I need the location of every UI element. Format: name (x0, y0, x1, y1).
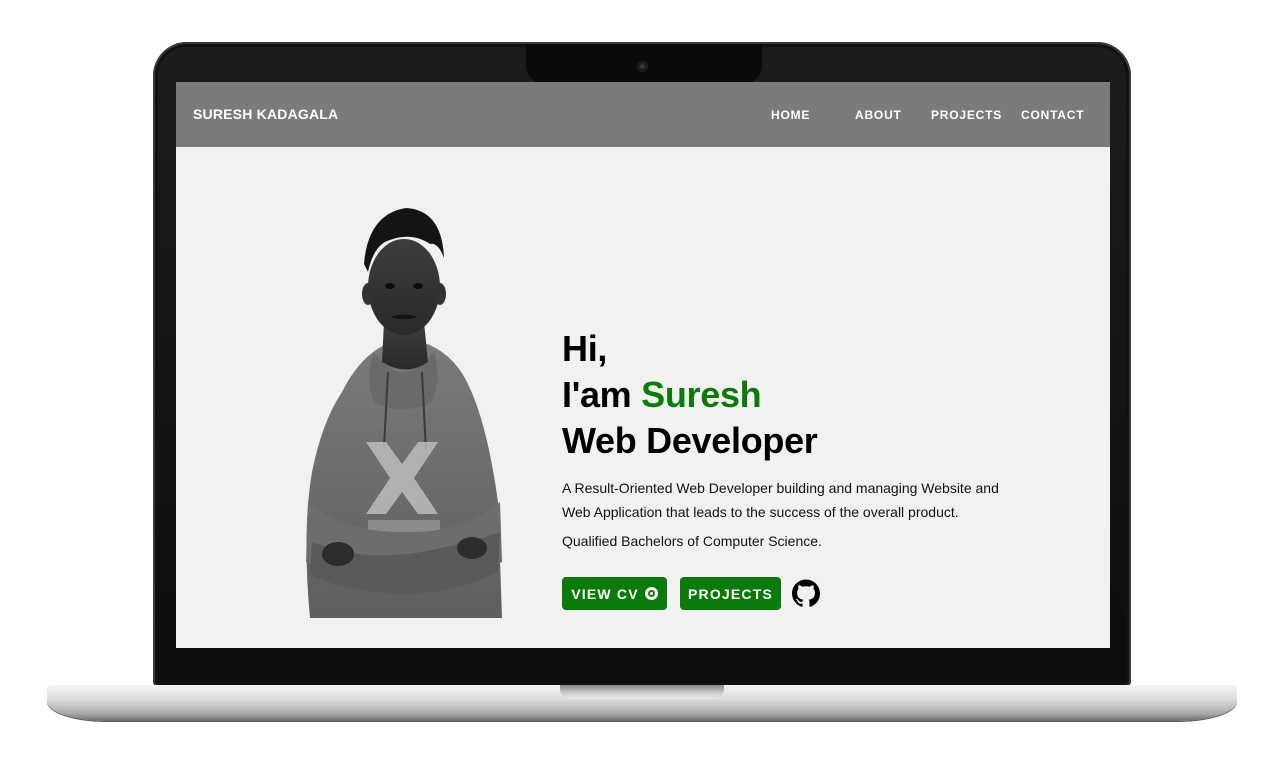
browser-viewport: SURESH KADAGALA HOME ABOUT PROJECTS CONT… (176, 82, 1110, 648)
projects-label: PROJECTS (687, 585, 774, 602)
hero-description: A Result-Oriented Web Developer building… (562, 480, 999, 520)
nav-link-about[interactable]: ABOUT (855, 108, 902, 122)
brand-logo[interactable]: SURESH KADAGALA (193, 106, 338, 122)
eye-icon (644, 587, 658, 600)
camera-icon (638, 62, 647, 71)
hero-greeting: Hi, (562, 328, 608, 369)
hero-qualification: Qualified Bachelors of Computer Science. (562, 533, 822, 549)
navbar: SURESH KADAGALA HOME ABOUT PROJECTS CONT… (176, 82, 1110, 147)
projects-button[interactable]: PROJECTS (680, 577, 781, 610)
nav-link-projects[interactable]: PROJECTS (931, 108, 1002, 122)
profile-photo (306, 208, 502, 618)
view-cv-label: VIEW CV (571, 585, 639, 602)
view-cv-button[interactable]: VIEW CV (562, 577, 667, 610)
hero-intro-prefix: I'am (562, 374, 642, 415)
laptop-hinge (560, 685, 724, 699)
hero-role: Web Developer (562, 420, 818, 461)
nav-link-home[interactable]: HOME (771, 108, 810, 122)
hero-name: Suresh (641, 374, 762, 415)
hero-intro: I'am Suresh (562, 374, 762, 416)
github-icon[interactable] (792, 577, 820, 610)
nav-link-contact[interactable]: CONTACT (1021, 108, 1084, 122)
